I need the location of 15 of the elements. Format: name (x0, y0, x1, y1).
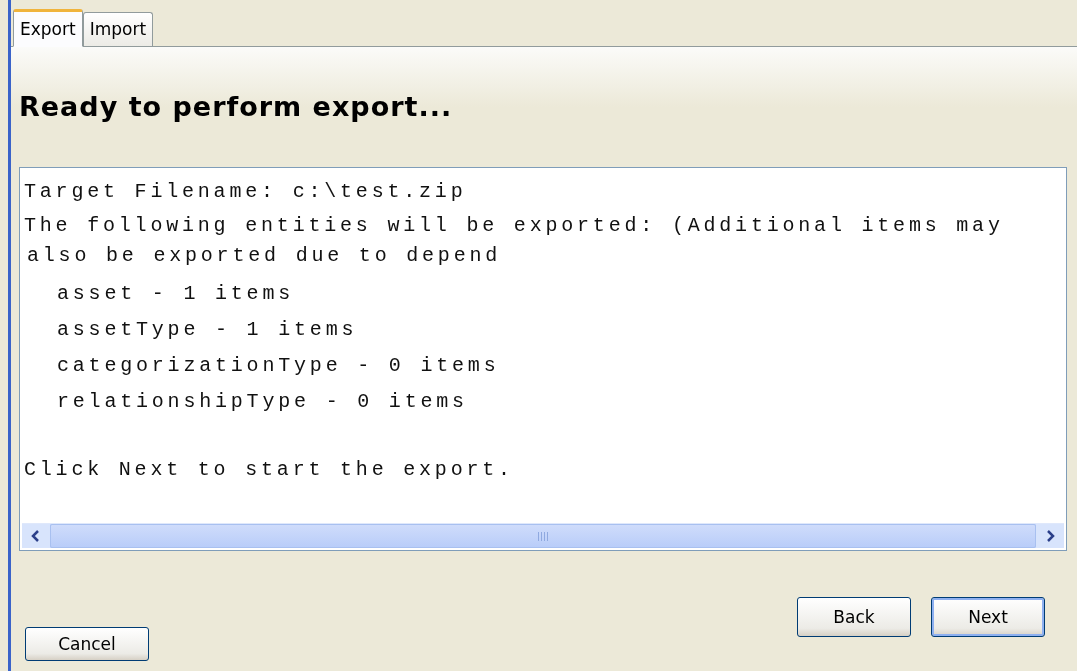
instruction-text: Click Next to start the export. (24, 457, 515, 483)
tab[interactable]: Export (13, 9, 83, 47)
entity-count-text: categorizationType - 0 items (56, 353, 501, 379)
scroll-left-icon[interactable] (22, 524, 50, 548)
entity-count-text: asset - 1 items (56, 281, 296, 307)
dialog-button[interactable]: Back (797, 597, 911, 637)
entity-count-text: relationshipType - 0 items (56, 389, 469, 415)
entity-count-text: assetType - 1 items (56, 317, 359, 343)
target-filename-text: Target Filename: c:\test.zip (24, 179, 468, 205)
dialog-button[interactable]: Next (931, 597, 1045, 637)
description-text: The following entities will be exported: (Additional items may also be exported due to depend (24, 213, 1004, 269)
dialog-button[interactable]: Cancel (25, 627, 149, 661)
page-heading: Ready to perform export... (19, 91, 454, 121)
scroll-right-icon[interactable] (1036, 524, 1064, 548)
tab[interactable]: Import (82, 12, 154, 46)
